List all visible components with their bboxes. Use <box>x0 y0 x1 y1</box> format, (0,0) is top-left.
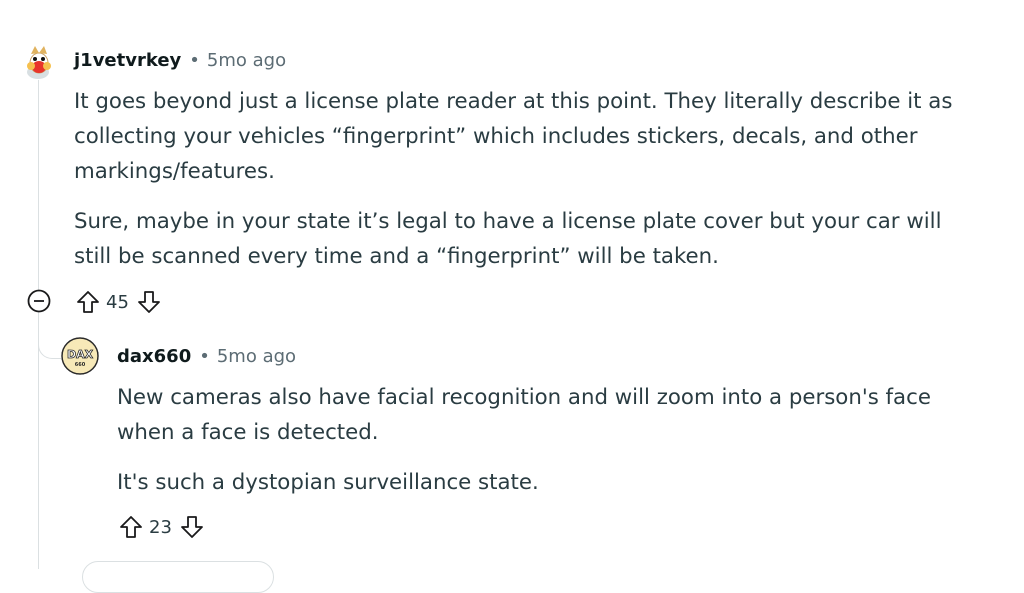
comment-paragraph: It goes beyond just a license plate read… <box>74 89 953 184</box>
avatar-logo-subtext: 660 <box>75 362 86 368</box>
collapse-thread-icon[interactable] <box>26 288 52 314</box>
avatar-logo-text: DAX <box>67 348 94 361</box>
meta-separator: • <box>199 346 210 367</box>
reply-thread-connector <box>38 322 61 359</box>
vote-score: 23 <box>149 516 172 538</box>
upvote-arrow-icon[interactable] <box>74 288 102 316</box>
comment-paragraph: It's such a dystopian surveillance state… <box>117 470 539 495</box>
vote-bar: 45 <box>74 288 163 316</box>
comment-paragraph: New cameras also have facial recognition… <box>117 385 931 445</box>
comment-meta: j1vetvrkey • 5mo ago <box>74 50 286 71</box>
comment-timestamp[interactable]: 5mo ago <box>207 50 286 71</box>
snoo-avatar-icon[interactable] <box>19 42 57 80</box>
comment-author[interactable]: dax660 <box>117 346 191 367</box>
comment-timestamp[interactable]: 5mo ago <box>217 346 296 367</box>
comment-paragraph: Sure, maybe in your state it’s legal to … <box>74 209 942 269</box>
vote-bar: 23 <box>117 513 206 541</box>
more-replies-button[interactable] <box>82 561 274 593</box>
thread-line[interactable] <box>38 70 39 569</box>
upvote-arrow-icon[interactable] <box>117 513 145 541</box>
comment-meta: dax660 • 5mo ago <box>117 346 296 367</box>
downvote-arrow-icon[interactable] <box>135 288 163 316</box>
comment-author[interactable]: j1vetvrkey <box>74 50 181 71</box>
dax-avatar-icon[interactable]: DAX 660 <box>61 337 99 375</box>
downvote-arrow-icon[interactable] <box>178 513 206 541</box>
vote-score: 45 <box>106 291 129 313</box>
meta-separator: • <box>189 50 200 71</box>
